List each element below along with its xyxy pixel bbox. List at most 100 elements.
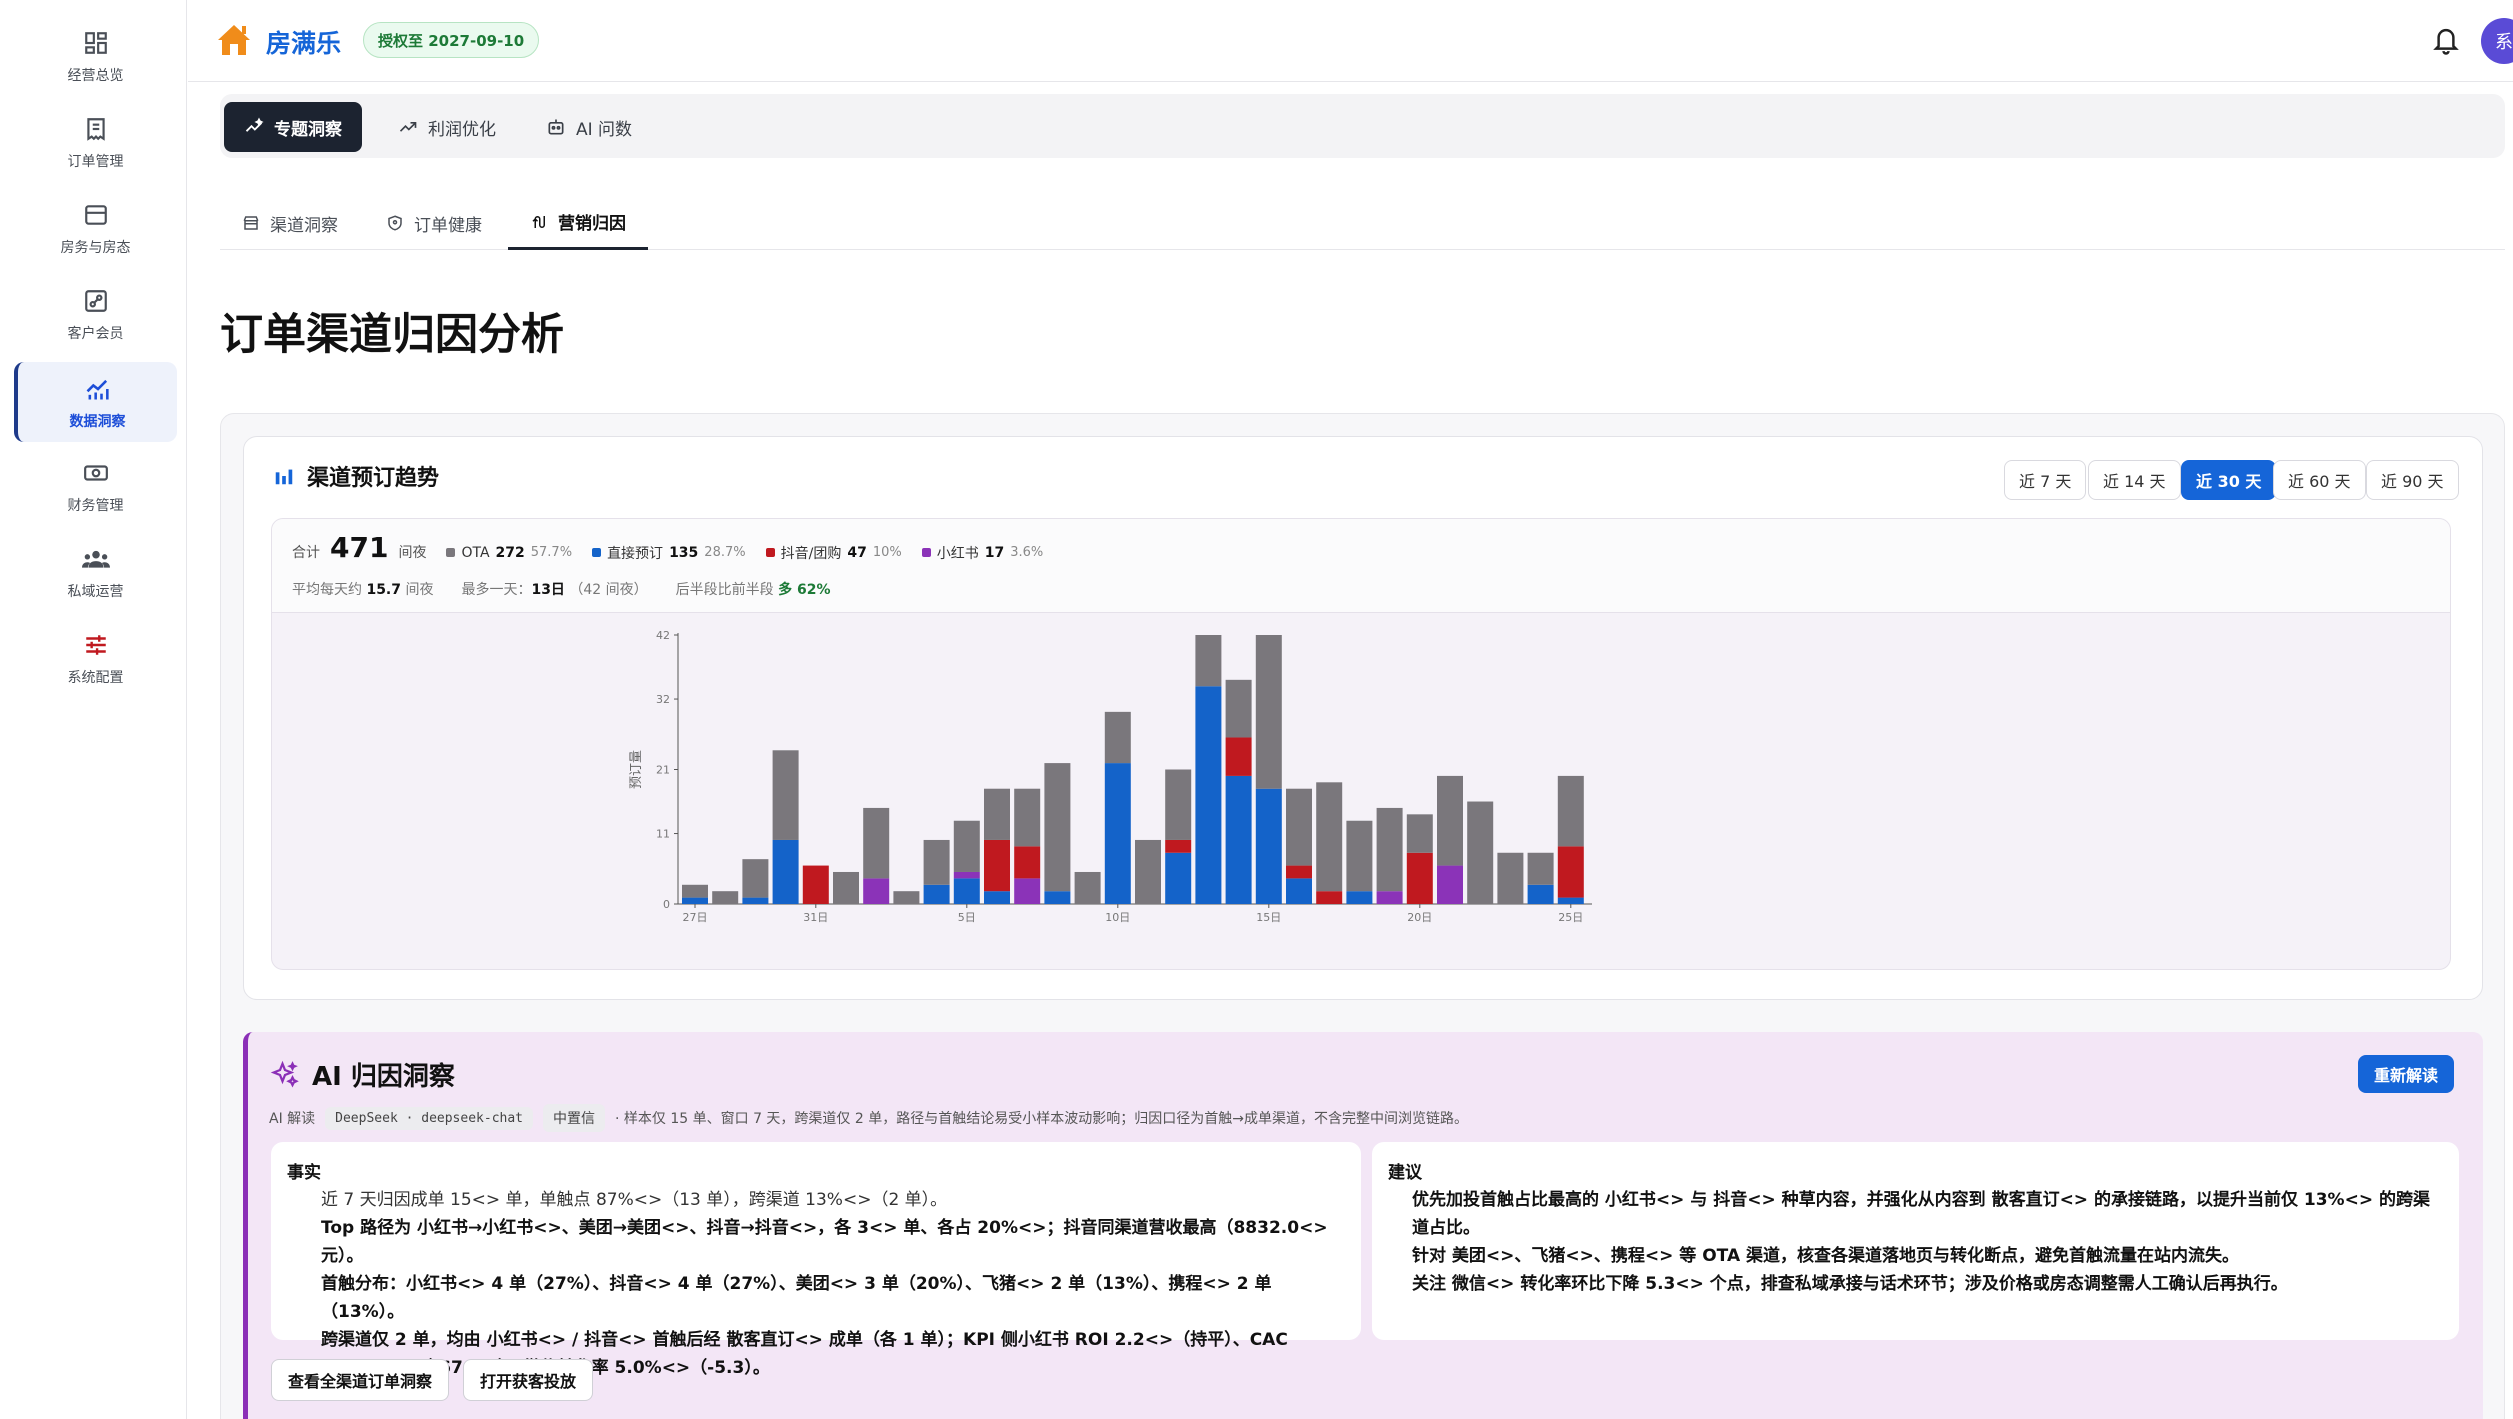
bar-segment (1467, 801, 1494, 904)
dashboard-icon (80, 27, 112, 59)
chart-summary: 合计 471 间夜 OTA 272 57.7% 直接预订 135 28.7% 抖… (272, 519, 2450, 613)
x-tick-label: 15日 (1256, 911, 1281, 924)
legend-pct: 10% (872, 545, 902, 560)
y-tick-label: 11 (656, 828, 670, 841)
confidence-chip: 中置信 (543, 1104, 605, 1132)
route-icon (532, 215, 545, 228)
ai-insight-title: AI 归因洞察 (270, 1056, 455, 1093)
facts-box: 事实 近 7 天归因成单 15<> 单，单触点 87%<>（13 单），跨渠道 … (271, 1142, 1361, 1378)
sidebar-item-label: 客户会员 (67, 326, 124, 342)
tab-label: 利润优化 (428, 119, 496, 140)
bar-segment (742, 859, 769, 898)
legend-swatch (765, 548, 775, 557)
house-logo-icon (214, 20, 254, 60)
subtab-marketing-attribution[interactable]: 营销归因 (508, 196, 648, 250)
range-14-days[interactable]: 近 14 天 (2088, 460, 2181, 500)
range-7-days[interactable]: 近 7 天 (2004, 460, 2087, 500)
sidebar-item-orders[interactable]: 订单管理 (14, 102, 177, 182)
range-60-days[interactable]: 近 60 天 (2273, 460, 2366, 500)
sidebar-item-private[interactable]: 私域运营 (14, 532, 177, 612)
bar-segment (1044, 763, 1071, 892)
chart-container: 合计 471 间夜 OTA 272 57.7% 直接预订 135 28.7% 抖… (271, 518, 2451, 970)
peak-stat: 最多一天：13日 （42 间夜） (461, 579, 647, 599)
bar-segment (984, 839, 1010, 892)
legend-swatch (446, 548, 456, 557)
sidebar-item-members[interactable]: 客户会员 (14, 274, 177, 354)
bar-segment (1286, 878, 1312, 904)
peak-value: 13日 (531, 582, 565, 598)
order-icon (80, 113, 112, 145)
bar-segment (1165, 769, 1192, 840)
sidebar-item-insights[interactable]: 数据洞察 (14, 362, 177, 442)
stacked-bar-chart: 0 11 21 32 42 预订量 27日 31日 5日 10日 15日 20日 25日 (629, 629, 1592, 924)
legend-swatch (921, 548, 931, 557)
tab-profit-optimize[interactable]: 利润优化 (378, 102, 516, 152)
view-all-channel-insights-button[interactable]: 查看全渠道订单洞察 (271, 1359, 450, 1401)
legend-value: 135 (669, 544, 699, 561)
subtab-channel-insights[interactable]: 渠道洞察 (220, 196, 360, 250)
bar-segment (1225, 679, 1252, 738)
sidebar-item-finance[interactable]: 财务管理 (14, 446, 177, 526)
legend-pct: 28.7% (704, 545, 746, 560)
subtab-label: 渠道洞察 (270, 215, 338, 236)
bell-icon[interactable] (2431, 24, 2461, 56)
bar-segment (1074, 871, 1101, 904)
bar-segment (1044, 891, 1071, 904)
bar-segment (1165, 852, 1192, 904)
bar-segment (1225, 775, 1252, 904)
bar-segment (1286, 788, 1312, 866)
fact-line: Top 路径为 小红书→小红书<>、美团→美团<>、抖音→抖音<>，各 3<> … (321, 1218, 1334, 1266)
bar-segment (1255, 635, 1282, 789)
shield-icon (388, 215, 402, 231)
legend-value: 17 (984, 544, 1005, 561)
legend-swatch (592, 548, 602, 557)
bar-segment (1406, 814, 1433, 853)
sidebar-item-label: 财务管理 (67, 498, 124, 514)
open-acquisition-ads-button[interactable]: 打开获客投放 (463, 1359, 594, 1401)
bar-segment (1286, 865, 1312, 879)
sidebar-item-overview[interactable]: 经营总览 (14, 16, 177, 96)
summary-row: 合计 471 间夜 OTA 272 57.7% 直接预订 135 28.7% 抖… (292, 531, 1043, 564)
legend-value: 47 (847, 544, 867, 561)
legend-xiaohongshu: 小红书 17 3.6% (921, 543, 1043, 563)
subtab-order-health[interactable]: 订单健康 (364, 196, 504, 250)
ai-title-text: AI 归因洞察 (312, 1062, 455, 1092)
sidebar-item-label: 房务与房态 (60, 240, 131, 256)
bar-segment (863, 807, 890, 879)
bar-segment (802, 865, 829, 904)
half-stat: 后半段比前半段 多 62% (676, 579, 831, 599)
bar-segment (1527, 852, 1554, 885)
tab-label: 专题洞察 (274, 119, 342, 140)
bar-segment (863, 878, 890, 904)
bar-segment (1497, 852, 1524, 904)
settings-icon (80, 629, 112, 661)
bar-segment (984, 891, 1010, 904)
tab-ai-query[interactable]: AI 问数 (526, 102, 652, 152)
store-icon (243, 216, 259, 230)
avg-unit: 间夜 (405, 582, 434, 598)
tab-topic-insights[interactable]: 专题洞察 (224, 102, 362, 152)
sidebar-item-label: 私域运营 (67, 584, 124, 600)
top-header: 房满乐 授权至 2027-09-10 系 (188, 0, 2513, 82)
bar-segment (1406, 852, 1433, 904)
legend-ota: OTA 272 57.7% (446, 545, 572, 561)
sidebar-item-settings[interactable]: 系统配置 (14, 618, 177, 698)
summary-sub-row: 平均每天约 15.7 间夜 最多一天：13日 （42 间夜） 后半段比前半段 多… (292, 579, 831, 599)
range-90-days[interactable]: 近 90 天 (2366, 460, 2459, 500)
range-30-days[interactable]: 近 30 天 (2181, 460, 2277, 500)
bar-segment (953, 878, 980, 904)
avatar[interactable]: 系 (2481, 18, 2513, 64)
sub-tab-bar: 渠道洞察 订单健康 营销归因 (220, 196, 2505, 250)
legend-name: 直接预订 (607, 545, 664, 562)
reinterpret-button[interactable]: 重新解读 (2358, 1055, 2455, 1093)
total-value: 471 (330, 531, 389, 564)
ai-meta-note: · 样本仅 15 单、窗口 7 天，跨渠道仅 2 单，路径与首触结论易受小样本波… (615, 1111, 1468, 1127)
bar-segment (1557, 897, 1584, 904)
bar-segment (772, 750, 799, 840)
avg-label: 平均每天约 (292, 582, 362, 598)
sidebar-item-rooms[interactable]: 房务与房态 (14, 188, 177, 268)
avg-value: 15.7 (366, 582, 401, 598)
bar-segment (1014, 788, 1041, 847)
bar-segment (1376, 891, 1403, 904)
x-tick-label: 31日 (803, 911, 828, 924)
